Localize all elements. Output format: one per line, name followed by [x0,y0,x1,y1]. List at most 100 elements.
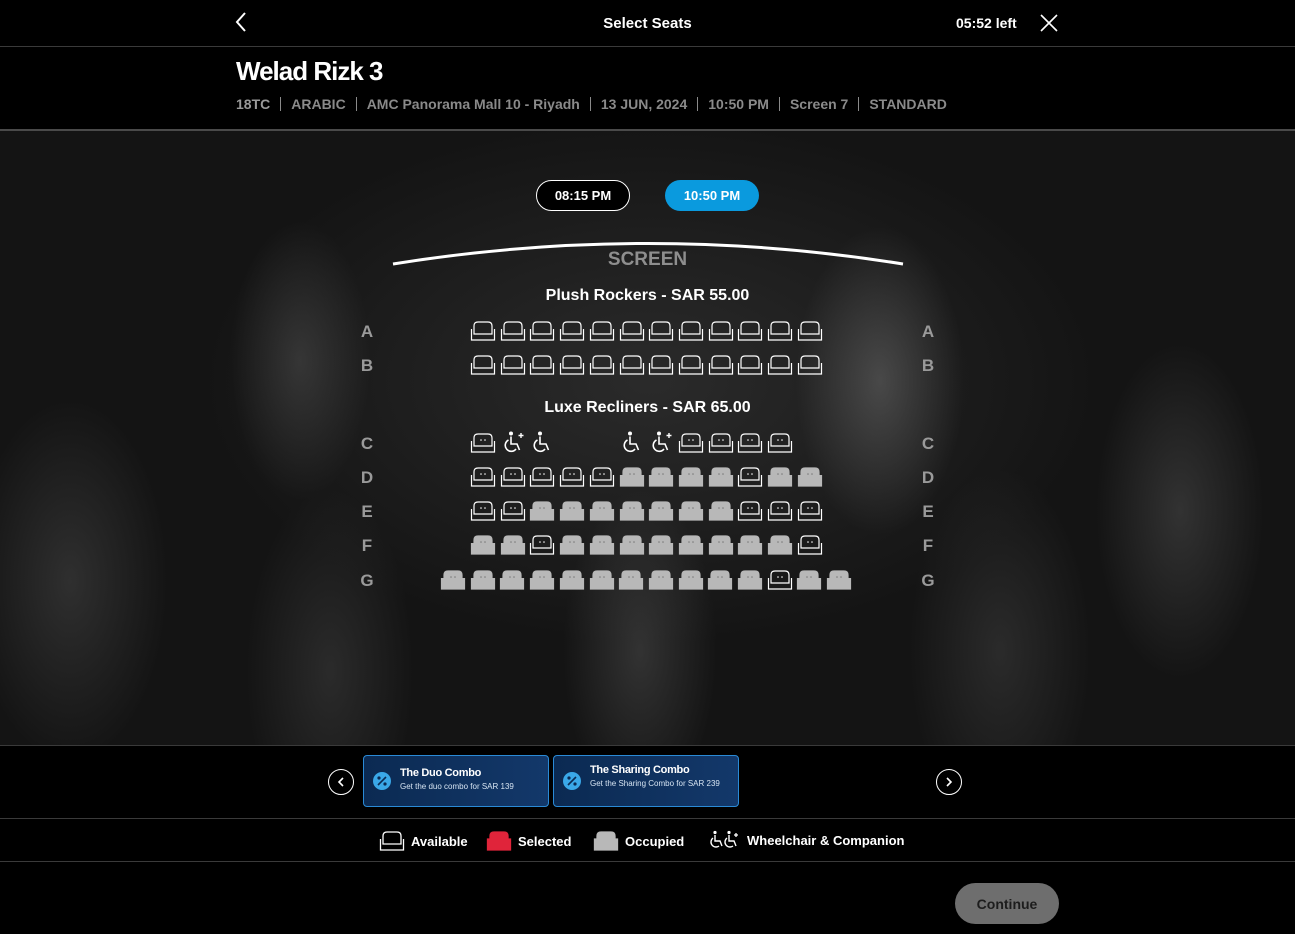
seat-available[interactable] [589,466,615,488]
seat-available[interactable] [529,466,555,488]
showtime-0815[interactable]: 08:15 PM [536,180,630,211]
legend-available: Available [379,830,468,852]
seat-available[interactable] [559,320,585,342]
seat-available[interactable] [708,354,734,376]
seat-available[interactable] [797,500,823,522]
seat-available[interactable] [589,320,615,342]
combo-description: Get the Sharing Combo for SAR 239 [590,779,720,788]
row-label-right: G [921,571,935,590]
seat-occupied [796,569,822,591]
close-icon [1040,14,1058,32]
close-button[interactable] [1038,12,1060,34]
seat-occupied [826,569,852,591]
seat-available[interactable] [619,320,645,342]
section-price: 55.00 [709,287,750,304]
seat-available[interactable] [737,354,763,376]
seat-available[interactable] [529,354,555,376]
movie-info: Welad Rizk 3 18TC ARABIC AMC Panorama Ma… [0,47,1295,131]
seat-available[interactable] [767,432,793,454]
seat-occupied [678,500,704,522]
seat-occupied [648,534,674,556]
experience-format: STANDARD [869,96,947,112]
seat-occupied [589,534,615,556]
combo-card-duo[interactable]: The Duo Combo Get the duo combo for SAR … [363,755,549,807]
seat-available[interactable] [678,354,704,376]
selected-seat-icon [486,831,512,851]
available-seat-icon [379,831,405,851]
seat-available[interactable] [470,432,496,454]
seat-available[interactable] [678,432,704,454]
seat-available[interactable] [767,569,793,591]
seat-occupied [470,569,496,591]
seat-available[interactable] [500,320,526,342]
seat-available[interactable] [559,354,585,376]
divider [697,97,699,111]
row-label-right: C [921,434,935,453]
combo-prev-button[interactable] [328,769,354,795]
legend-wheelchair: Wheelchair & Companion [709,830,904,850]
seat-occupied [529,500,555,522]
seat-available[interactable] [619,354,645,376]
seat-occupied [499,569,525,591]
seat-available[interactable] [529,320,555,342]
seat-occupied [619,466,645,488]
section-currency: SAR [672,399,707,416]
seat-occupied [440,569,466,591]
seat-available[interactable] [500,466,526,488]
seat-occupied [648,500,674,522]
combo-description: Get the duo combo for SAR 139 [400,782,514,791]
wheelchair-companion-icon[interactable] [502,430,526,454]
seat-map-area: 08:15 PM 10:50 PM SCREEN Plush Rockers -… [0,131,1295,745]
seat-occupied [708,466,734,488]
seat-available[interactable] [708,320,734,342]
row-label-left: C [360,434,374,453]
seat-available[interactable] [737,500,763,522]
seat-available[interactable] [470,500,496,522]
seat-available[interactable] [708,432,734,454]
showtime-1050[interactable]: 10:50 PM [665,180,759,211]
seat-available[interactable] [648,320,674,342]
continue-button[interactable]: Continue [955,883,1059,924]
divider [355,97,357,111]
seat-available[interactable] [797,534,823,556]
row-label-left: A [360,322,374,341]
seat-available[interactable] [470,320,496,342]
divider [778,97,780,111]
row-label-right: D [921,468,935,487]
row-label-left: E [361,502,373,521]
combo-next-button[interactable] [936,769,962,795]
seat-occupied [559,569,585,591]
combo-carousel: The Duo Combo Get the duo combo for SAR … [0,745,1295,818]
combo-card-sharing[interactable]: The Sharing Combo Get the Sharing Combo … [553,755,739,807]
seat-available[interactable] [648,354,674,376]
legend-occupied: Occupied [593,830,684,852]
seat-available[interactable] [589,354,615,376]
wheelchair-icon[interactable] [621,430,645,454]
show-date: 13 JUN, 2024 [600,96,688,112]
seat-available[interactable] [797,320,823,342]
chevron-right-icon [946,777,953,787]
page-title: Select Seats [603,15,692,32]
seat-available[interactable] [767,320,793,342]
wheelchair-companion-icon[interactable] [650,430,674,454]
seat-available[interactable] [559,466,585,488]
seat-available[interactable] [500,354,526,376]
seat-occupied [678,466,704,488]
top-bar: Select Seats 05:52 left [0,0,1295,47]
seat-available[interactable] [737,320,763,342]
wheelchair-icon[interactable] [531,430,555,454]
seat-available[interactable] [767,500,793,522]
seat-available[interactable] [767,354,793,376]
seat-available[interactable] [737,466,763,488]
seat-available[interactable] [797,354,823,376]
seat-available[interactable] [500,500,526,522]
divider [858,97,860,111]
seat-occupied [529,569,555,591]
seat-available[interactable] [470,354,496,376]
seat-available[interactable] [678,320,704,342]
seat-available[interactable] [529,534,555,556]
seat-occupied [797,466,823,488]
seat-available[interactable] [470,466,496,488]
seat-occupied [678,569,704,591]
seat-available[interactable] [737,432,763,454]
